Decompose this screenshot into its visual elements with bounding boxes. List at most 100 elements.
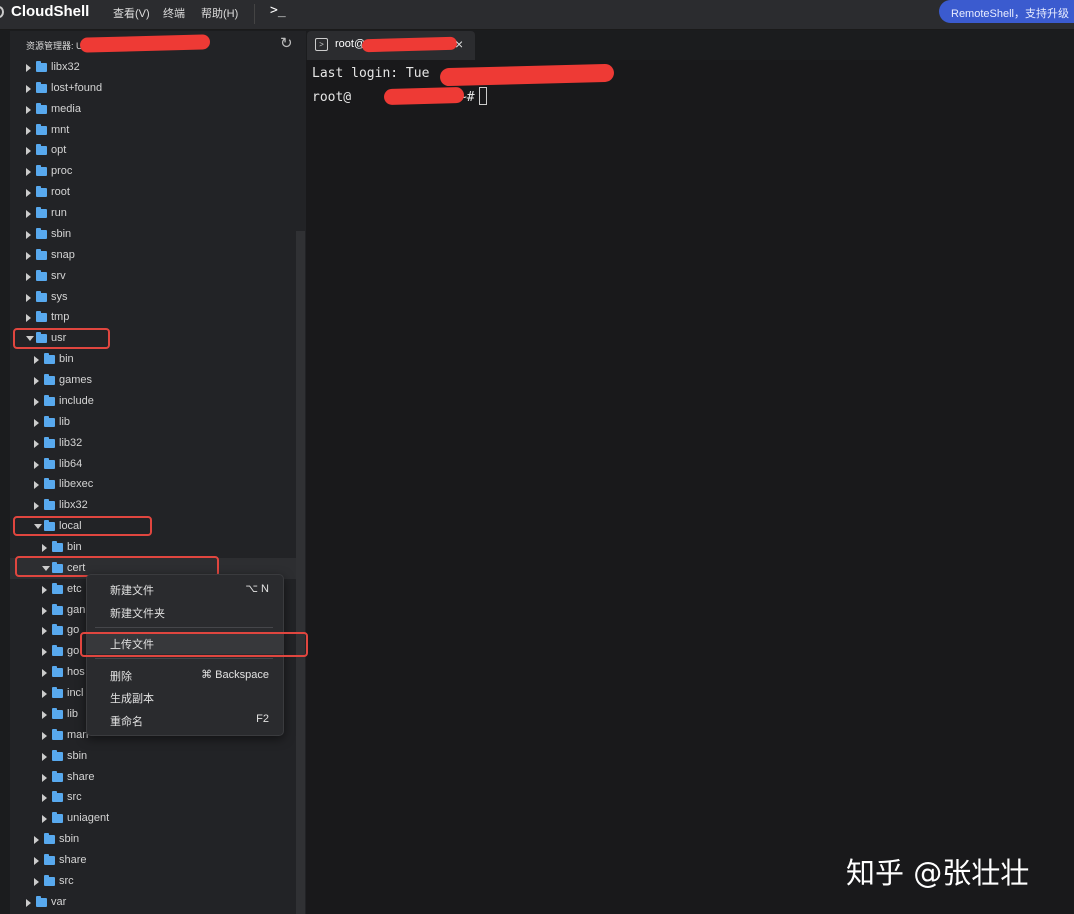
tree-item-label: var [51,895,67,908]
terminal-icon: > [315,38,328,51]
menu-help[interactable]: 帮助(H) [201,5,238,21]
chevron-right-icon[interactable] [34,356,39,365]
menu-terminal[interactable]: 终端 [163,5,185,21]
label: 删除 [110,671,132,683]
chevron-right-icon[interactable] [26,210,31,219]
tree-item[interactable]: libx32 [10,495,296,516]
menu-item-duplicate[interactable]: 生成副本 [87,686,283,708]
tree-item[interactable]: sbin [10,224,296,245]
chevron-right-icon[interactable] [34,397,39,406]
tree-item[interactable]: games [10,370,296,391]
chevron-right-icon[interactable] [42,710,47,719]
chevron-right-icon[interactable] [42,627,47,636]
tree-item[interactable]: sbin [10,746,296,767]
chevron-right-icon[interactable] [34,502,39,511]
chevron-right-icon[interactable] [42,794,47,803]
tree-item[interactable]: include [10,391,296,412]
folder-icon [44,478,55,490]
cloudshell-logo-icon [0,6,4,18]
folder-icon [52,707,63,719]
chevron-right-icon[interactable] [34,439,39,448]
tree-item[interactable]: snap [10,245,296,266]
tree-item[interactable]: libx32 [10,57,296,78]
refresh-icon[interactable]: ↻ [280,34,293,52]
chevron-right-icon[interactable] [26,272,31,281]
tree-item[interactable]: run [10,203,296,224]
tree-item[interactable]: lost+found [10,78,296,99]
tree-item-label: bin [67,541,82,553]
close-icon[interactable]: × [455,36,463,52]
tree-item[interactable]: lib64 [10,454,296,475]
tree-item[interactable]: share [10,850,296,871]
chevron-right-icon[interactable] [34,377,39,386]
tree-item[interactable]: srv [10,266,296,287]
chevron-right-icon[interactable] [26,126,31,135]
chevron-right-icon[interactable] [26,251,31,260]
tree-item[interactable]: lib32 [10,433,296,454]
chevron-right-icon[interactable] [42,731,47,740]
menu-item-rename[interactable]: 重命名 F2 [87,709,283,731]
new-terminal-button[interactable]: >_ [270,3,286,18]
menu-view[interactable]: 查看(V) [113,5,150,21]
cursor [478,87,487,105]
tree-item[interactable]: libexec [10,474,296,495]
tree-item[interactable]: lib [10,412,296,433]
chevron-right-icon[interactable] [42,544,47,552]
chevron-right-icon[interactable] [42,690,47,699]
tree-item-label: media [51,102,81,115]
chevron-right-icon[interactable] [26,314,31,323]
tree-item-label: uniagent [67,812,110,825]
folder-icon [44,833,55,845]
menu-item-new-folder[interactable]: 新建文件夹 [87,601,283,623]
tree-item[interactable]: tmp [10,307,296,328]
chevron-right-icon[interactable] [42,648,47,657]
tree-item[interactable]: proc [10,161,296,182]
title-bar: CloudShell 查看(V) 终端 帮助(H) >_ RemoteShell… [0,0,1074,30]
chevron-right-icon[interactable] [26,898,31,907]
chevron-right-icon[interactable] [34,481,39,490]
scrollbar[interactable] [296,231,305,914]
tree-item[interactable]: src [10,787,296,808]
menu-divider [95,627,273,628]
tree-item[interactable]: sys [10,287,296,308]
folder-icon [52,687,63,699]
chevron-right-icon[interactable] [42,752,47,761]
tree-item[interactable]: root [10,182,296,203]
menu-item-delete[interactable]: 删除 ⌘ Backspace [87,664,283,686]
chevron-right-icon[interactable] [26,147,31,156]
chevron-right-icon[interactable] [26,189,31,198]
chevron-right-icon[interactable] [34,460,39,469]
chevron-right-icon[interactable] [34,857,39,866]
tree-item[interactable]: mnt [10,120,296,141]
menu-item-new-file[interactable]: 新建文件 ⌥ N [87,578,283,600]
chevron-right-icon[interactable] [26,64,31,72]
chevron-right-icon[interactable] [26,293,31,302]
chevron-right-icon[interactable] [34,836,39,845]
tree-item[interactable]: var [10,892,296,913]
chevron-right-icon[interactable] [42,606,47,615]
chevron-right-icon[interactable] [26,84,31,93]
chevron-right-icon[interactable] [26,168,31,177]
tree-item[interactable]: bin [10,349,296,370]
tree-item[interactable]: src [10,871,296,892]
tree-item[interactable]: media [10,99,296,120]
chevron-right-icon[interactable] [34,418,39,427]
chevron-right-icon[interactable] [42,773,47,782]
tree-item[interactable]: share [10,767,296,788]
label: 生成副本 [110,693,154,705]
chevron-right-icon[interactable] [26,105,31,114]
chevron-right-icon[interactable] [34,877,39,886]
tree-item[interactable]: uniagent [10,808,296,829]
tree-item[interactable]: bin [10,537,296,558]
remoteshell-banner[interactable]: RemoteShell，支持升级 [939,0,1074,23]
terminal[interactable]: Last login: Tue root@:~# [306,60,1074,914]
chevron-right-icon[interactable] [26,230,31,239]
chevron-right-icon[interactable] [42,669,47,678]
app-title: CloudShell [11,3,90,20]
tab-terminal[interactable]: > root@ × [307,31,475,60]
tree-item[interactable]: sbin [10,829,296,850]
tree-item[interactable]: opt [10,140,296,161]
chevron-right-icon[interactable] [42,585,47,594]
chevron-right-icon[interactable] [42,815,47,824]
label: 新建文件夹 [110,608,165,620]
